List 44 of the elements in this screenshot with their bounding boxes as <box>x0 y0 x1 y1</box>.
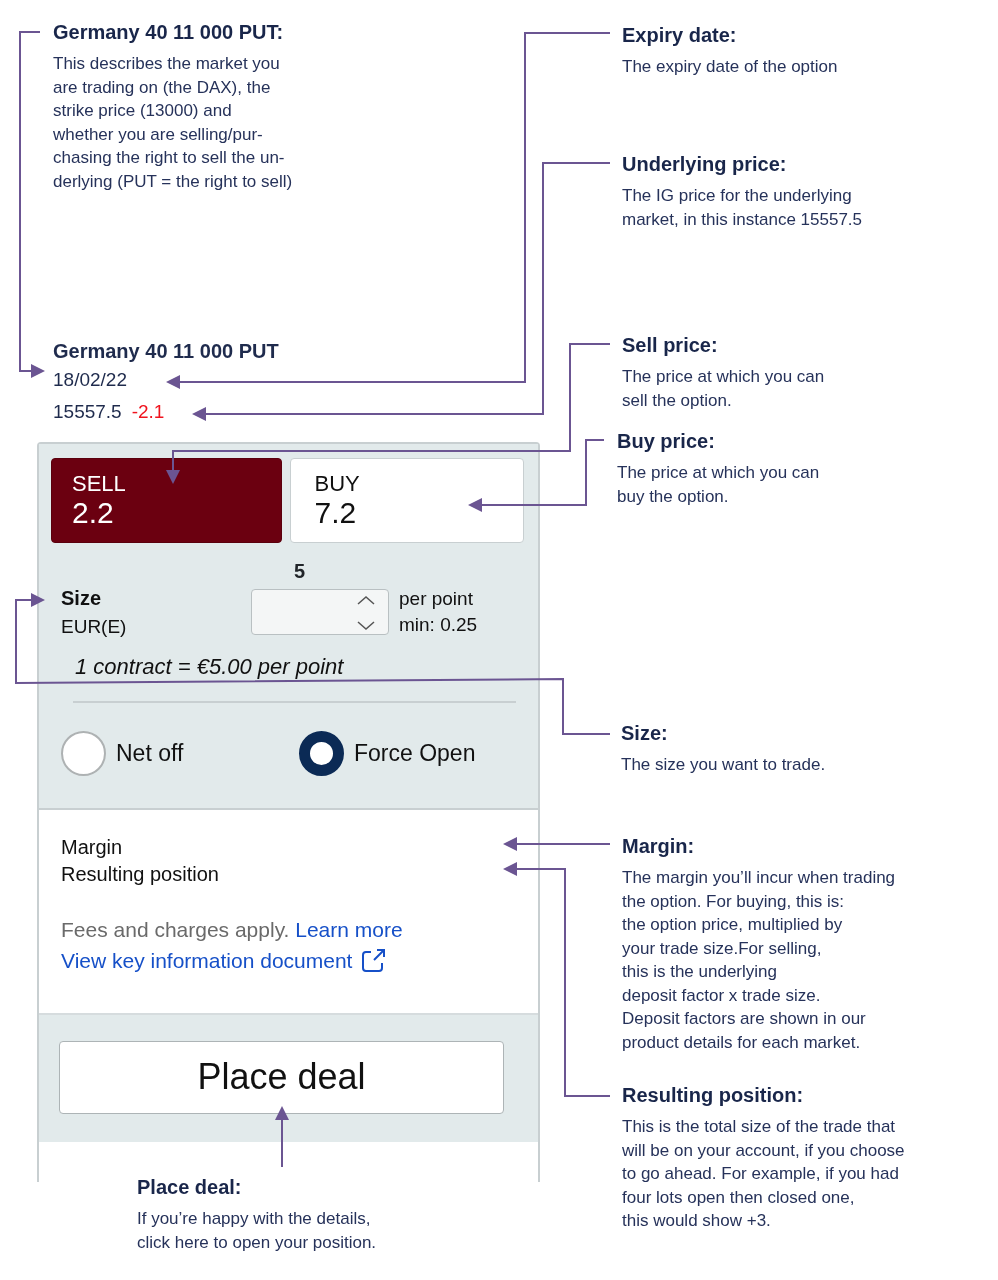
place-deal-button[interactable]: Place deal <box>59 1040 504 1114</box>
document-link[interactable]: View key information document <box>61 945 387 977</box>
annotation-text: The price at which you can sell the option. <box>622 366 825 412</box>
annotation-text: This describes the market you are trading on (the DAX), the strike price (13000) and whether you are selling/pur- chasing the right to sell the un- derlying (PUT = the right to sell) <box>53 53 293 193</box>
summary-label: Margin <box>61 834 124 860</box>
radio-label: Force Open <box>354 738 476 768</box>
annotation-title: Margin: <box>622 834 696 858</box>
price-change: -2.1 <box>131 401 165 422</box>
price-button[interactable]: SELL 2.2 <box>51 458 282 543</box>
annotation-title: Buy price: <box>617 429 716 453</box>
annotation-title: Resulting position: <box>622 1083 805 1107</box>
annotation-text: This is the total size of the trade that will be on your account, if you choose to go ahead. For example, if you had four lots open then closed one, this would show +3. <box>622 1116 905 1232</box>
fees-text: Fees and charges apply. Learn more <box>61 916 404 943</box>
annotation-text: The price at which you can buy the option. <box>617 462 820 508</box>
size-label: Size <box>61 586 103 611</box>
price-button[interactable]: BUY 7.2 <box>289 458 524 543</box>
underlying-price: 15557.5 <box>53 401 122 422</box>
unit-label: per point <box>399 587 474 612</box>
annotation-title: Size: <box>621 721 669 745</box>
annotation-title: Sell price: <box>622 333 719 357</box>
external-link-icon <box>360 947 387 974</box>
annotation-text: The size you want to trade. <box>621 754 826 776</box>
annotation-title: Expiry date: <box>622 23 738 47</box>
summary-label: Resulting position <box>61 861 220 887</box>
annotation-text: If you’re happy with the details, click here to open your position. <box>137 1208 377 1254</box>
annotation-text: The IG price for the underlying market, in this instance 15557.5 <box>622 185 863 231</box>
size-value: 5 <box>294 559 307 583</box>
spinner-icon[interactable] <box>356 594 376 633</box>
learn-more-link[interactable]: Learn more <box>295 917 403 941</box>
min-size-label: min: 0.25 <box>399 613 478 638</box>
annotation-title: Germany 40 11 000 PUT: <box>53 20 285 44</box>
size-field[interactable] <box>251 589 389 636</box>
contract-note: 1 contract = €5.00 per point <box>75 652 345 681</box>
radio-label: Net off <box>116 738 184 768</box>
annotation-text: The expiry date of the option <box>622 56 838 78</box>
expiry-date: 18/02/22 <box>53 369 127 390</box>
leader-line <box>275 1106 289 1168</box>
annotation-title: Underlying price: <box>622 152 788 176</box>
currency-label: EUR(E) <box>61 615 128 639</box>
annotation-title: Place deal: <box>137 1175 243 1199</box>
annotation-text: The margin you’ll incur when trading the option. For buying, this is: the option price, multiplied by your trade size.For selling, this is the underlying deposit factor x trade size. Deposit factors are shown in our product details for each market. <box>622 867 896 1054</box>
radio-button[interactable] <box>299 730 344 776</box>
radio-button[interactable] <box>61 730 106 776</box>
market-title: Germany 40 11 000 PUT <box>53 339 279 364</box>
